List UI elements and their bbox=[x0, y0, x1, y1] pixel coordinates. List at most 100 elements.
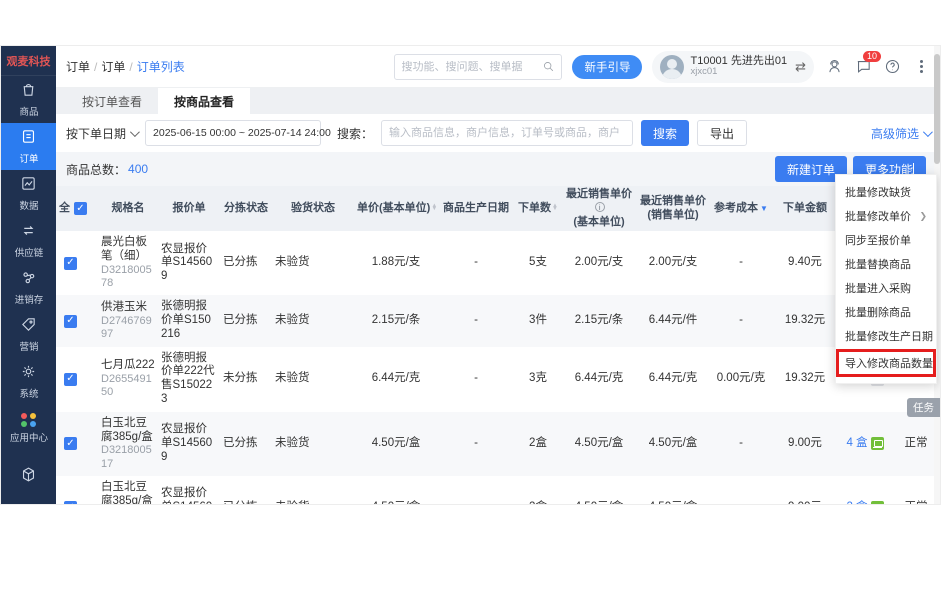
export-button[interactable]: 导出 bbox=[697, 120, 747, 146]
sort-icon[interactable]: ▲▼ bbox=[552, 205, 558, 211]
sidebar-item-label: 进销存 bbox=[14, 291, 43, 305]
menu-item-0[interactable]: 批量修改缺货 bbox=[836, 180, 936, 204]
recent-sale-price-cell: 6.44元/件 bbox=[636, 309, 710, 333]
chevron-down-icon bbox=[923, 127, 933, 137]
column-header-label: 参考成本 bbox=[714, 202, 758, 214]
out-qty-value[interactable]: 4 盒 bbox=[846, 437, 867, 451]
menu-item-1[interactable]: 批量修改单价 ❯ bbox=[836, 204, 936, 228]
tab-1[interactable]: 按商品查看 bbox=[158, 88, 250, 114]
sidebar-item-goods[interactable]: 商品 bbox=[1, 76, 56, 123]
out-qty-cell: 4 盒 bbox=[838, 432, 892, 456]
app-center-icon bbox=[21, 413, 37, 427]
column-header-label: 下单数 bbox=[518, 202, 551, 214]
row-checkbox[interactable]: ✓ bbox=[64, 315, 77, 328]
row-checkbox[interactable]: ✓ bbox=[64, 437, 77, 450]
global-search-input[interactable] bbox=[401, 61, 538, 73]
menu-item-label: 导入修改商品数量 bbox=[845, 355, 933, 371]
column-header-8: 最近销售单价 (销售单位) bbox=[636, 193, 710, 225]
sidebar-item-data[interactable]: 数据 bbox=[1, 170, 56, 217]
messages-icon[interactable]: 10 bbox=[854, 58, 872, 76]
menu-item-6[interactable]: 批量修改生产日期 bbox=[836, 324, 936, 348]
user-pill[interactable]: T10001 先进先出01 xjxc01 ⇄ bbox=[652, 51, 814, 83]
weigh-icon[interactable] bbox=[871, 501, 884, 505]
spec-name: 白玉北豆腐385g/盒 bbox=[101, 481, 155, 505]
row-select-cell: ✓ bbox=[56, 309, 98, 333]
menu-item-2[interactable]: 同步至报价单 bbox=[836, 228, 936, 252]
column-header-2: 分拣状态 bbox=[220, 200, 272, 218]
filter-sort-icon[interactable]: ▼ bbox=[760, 204, 768, 213]
inspect-status-cell: 未验货 bbox=[272, 496, 354, 505]
sidebar-item-appcenter[interactable]: 应用中心 bbox=[1, 405, 56, 452]
column-header-label: 最近销售单价 bbox=[640, 195, 706, 207]
breadcrumb-item[interactable]: 订单 bbox=[101, 60, 125, 74]
ref-cost-cell: - bbox=[710, 251, 772, 275]
global-search[interactable] bbox=[394, 54, 562, 80]
table-row: ✓七月瓜222D265549150张德明报价单222代售S150223未分拣未验… bbox=[56, 347, 940, 412]
quote-cell: 农显报价单S145609 bbox=[158, 238, 220, 289]
menu-item-4[interactable]: 批量进入采购 bbox=[836, 276, 936, 300]
view-tabs: 按订单查看按商品查看 bbox=[56, 88, 940, 114]
status-cell: 正常 bbox=[892, 432, 940, 456]
table-search-input[interactable] bbox=[381, 120, 633, 146]
sidebar-item-system[interactable]: 系统 bbox=[1, 358, 56, 405]
breadcrumb-item[interactable]: 订单 bbox=[66, 60, 90, 74]
date-range-input[interactable]: 2025-06-15 00:00 ~ 2025-07-14 24:00 bbox=[145, 120, 321, 146]
spec-name: 七月瓜222 bbox=[101, 359, 155, 373]
status-cell: 正常 bbox=[892, 496, 940, 505]
menu-item-7[interactable]: 导入修改商品数量 bbox=[836, 349, 936, 377]
quote-cell: 张德明报价单222代售S150223 bbox=[158, 347, 220, 412]
recent-base-price-cell: 6.44元/克 bbox=[562, 367, 636, 391]
sidebar-item-label: 商品 bbox=[19, 103, 38, 117]
search-button[interactable]: 搜索 bbox=[641, 120, 689, 146]
sidebar-item-marketing[interactable]: 营销 bbox=[1, 311, 56, 358]
row-checkbox[interactable]: ✓ bbox=[64, 373, 77, 386]
out-qty-value[interactable]: 2 盒 bbox=[846, 501, 867, 505]
row-checkbox[interactable]: ✓ bbox=[64, 257, 77, 270]
ref-cost-cell: - bbox=[710, 496, 772, 505]
menu-item-label: 批量替换商品 bbox=[845, 256, 911, 272]
table-header: 全✓规格名报价单分拣状态验货状态单价(基本单位)▲▼商品生产日期下单数▲▼最近销… bbox=[56, 186, 940, 231]
column-header-10: 下单金额 bbox=[772, 200, 838, 218]
sidebar-item-label: 数据 bbox=[19, 197, 38, 211]
customer-service-icon[interactable] bbox=[825, 58, 843, 76]
tab-0[interactable]: 按订单查看 bbox=[66, 88, 158, 114]
sidebar-item-inventory[interactable]: 进销存 bbox=[1, 264, 56, 311]
menu-item-5[interactable]: 批量删除商品 bbox=[836, 300, 936, 324]
prod-date-cell: - bbox=[438, 432, 514, 456]
column-header-label2: (基本单位) bbox=[573, 216, 624, 228]
menu-item-3[interactable]: 批量替换商品 bbox=[836, 252, 936, 276]
prod-date-cell: - bbox=[438, 309, 514, 333]
select-all-checkbox[interactable]: ✓ bbox=[74, 202, 87, 215]
row-checkbox[interactable]: ✓ bbox=[64, 501, 77, 505]
switch-account-icon[interactable]: ⇄ bbox=[795, 59, 806, 75]
amount-cell: 9.00元 bbox=[772, 496, 838, 505]
menu-item-label: 批量修改单价 bbox=[845, 208, 911, 224]
quote-cell: 张德明报价单S150216 bbox=[158, 295, 220, 346]
sidebar-item-supply[interactable]: 供应链 bbox=[1, 217, 56, 264]
sidebar-item-orders[interactable]: 订单 bbox=[1, 123, 56, 170]
date-type-select[interactable]: 按下单日期 bbox=[66, 125, 137, 142]
task-badge[interactable]: 任务 bbox=[907, 398, 940, 417]
column-header-label2: (销售单位) bbox=[647, 209, 698, 221]
info-icon[interactable]: i bbox=[595, 202, 605, 212]
more-options-icon[interactable] bbox=[912, 58, 930, 76]
spec-name-cell: 晨光白板笔（细）D321800578 bbox=[98, 231, 158, 295]
quote-cell: 农显报价单S145609 bbox=[158, 418, 220, 469]
unit-price-cell: 4.50元/盒 bbox=[354, 496, 438, 505]
sort-status-cell: 已分拣 bbox=[220, 309, 272, 333]
sort-status-cell: 已分拣 bbox=[220, 432, 272, 456]
spec-name-cell: 七月瓜222D265549150 bbox=[98, 354, 158, 404]
submenu-arrow-icon: ❯ bbox=[919, 211, 927, 222]
total-label: 商品总数： bbox=[66, 161, 126, 178]
sidebar-item-cube[interactable] bbox=[1, 452, 56, 499]
amount-cell: 9.00元 bbox=[772, 432, 838, 456]
sort-icon[interactable]: ▲▼ bbox=[431, 205, 437, 211]
inspect-status-cell: 未验货 bbox=[272, 432, 354, 456]
advanced-filter-toggle[interactable]: 高级筛选 bbox=[871, 125, 930, 142]
guide-button[interactable]: 新手引导 bbox=[572, 55, 642, 79]
content-area: 商品总数： 400 新建订单 更多功能 全✓规格名报价单分拣状态验货状态单价(基… bbox=[56, 152, 940, 504]
sidebar-item-label: 供应链 bbox=[14, 244, 43, 258]
scrollbar-thumb[interactable] bbox=[934, 54, 940, 164]
weigh-icon[interactable] bbox=[871, 437, 884, 450]
help-icon[interactable] bbox=[883, 58, 901, 76]
